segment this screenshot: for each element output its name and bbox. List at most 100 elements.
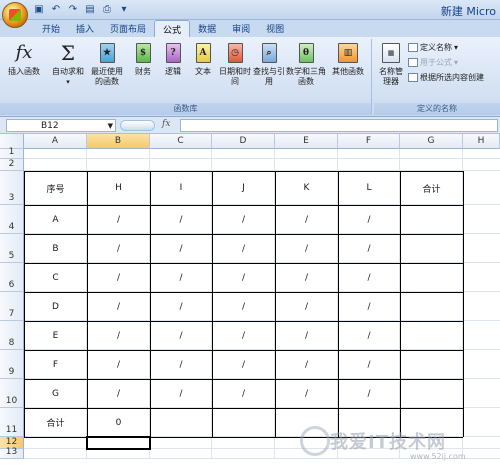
table-cell[interactable]: / [150, 292, 212, 321]
active-cell-selection[interactable] [86, 436, 151, 450]
table-cell[interactable]: / [338, 234, 400, 263]
table-cell[interactable] [400, 234, 463, 263]
table-cell[interactable]: / [338, 292, 400, 321]
row-header[interactable]: 11 [0, 408, 24, 437]
table-cell[interactable]: / [87, 321, 150, 350]
column-header[interactable]: G [400, 134, 463, 149]
table-cell[interactable]: G [24, 379, 87, 408]
financial-button[interactable]: $ 财务 [130, 41, 156, 77]
row-header[interactable]: 8 [0, 321, 24, 350]
column-header[interactable]: E [275, 134, 338, 149]
row-header[interactable]: 4 [0, 205, 24, 234]
formula-expand-handle[interactable] [120, 120, 155, 131]
table-header-cell[interactable]: 序号 [24, 171, 87, 205]
tab-view[interactable]: 视图 [258, 20, 292, 37]
row-header[interactable]: 6 [0, 263, 24, 292]
table-cell[interactable] [400, 321, 463, 350]
table-cell[interactable]: / [275, 292, 338, 321]
table-cell[interactable] [400, 379, 463, 408]
undo-icon[interactable]: ↶ [49, 3, 63, 16]
print-icon[interactable]: ⎙ [100, 3, 114, 16]
table-cell[interactable]: / [275, 234, 338, 263]
row-header[interactable]: 7 [0, 292, 24, 321]
text-button[interactable]: A 文本 [190, 41, 216, 77]
table-cell[interactable]: / [150, 321, 212, 350]
table-cell[interactable]: / [150, 350, 212, 379]
table-cell[interactable]: / [338, 263, 400, 292]
table-cell[interactable]: / [150, 234, 212, 263]
table-cell[interactable]: 合计 [24, 408, 87, 437]
logical-button[interactable]: ? 逻辑 [160, 41, 186, 77]
table-cell[interactable]: / [212, 350, 275, 379]
recent-functions-button[interactable]: ★ 最近使用的函数 [88, 41, 126, 87]
table-cell[interactable]: 0 [87, 408, 150, 437]
table-cell[interactable]: / [275, 350, 338, 379]
table-cell[interactable]: / [212, 292, 275, 321]
table-cell[interactable] [400, 263, 463, 292]
row-header[interactable]: 1 [0, 147, 24, 159]
row-header[interactable]: 9 [0, 350, 24, 379]
table-cell[interactable] [212, 408, 275, 437]
table-cell[interactable]: / [87, 379, 150, 408]
table-cell[interactable]: / [338, 350, 400, 379]
table-cell[interactable] [150, 408, 212, 437]
formula-input[interactable] [180, 119, 498, 132]
table-cell[interactable]: / [212, 321, 275, 350]
column-header[interactable]: B [87, 134, 150, 149]
table-cell[interactable]: / [212, 379, 275, 408]
table-header-cell[interactable]: I [150, 171, 212, 205]
column-header[interactable]: C [150, 134, 212, 149]
redo-icon[interactable]: ↷ [66, 3, 80, 16]
table-cell[interactable]: D [24, 292, 87, 321]
more-functions-button[interactable]: ▥ 其他函数 [328, 41, 368, 77]
table-cell[interactable]: / [87, 292, 150, 321]
table-header-cell[interactable]: 合计 [400, 171, 463, 205]
datetime-button[interactable]: ◷ 日期和时间 [218, 41, 252, 87]
office-button[interactable] [2, 2, 28, 28]
column-header[interactable]: F [338, 134, 400, 149]
tab-home[interactable]: 开始 [34, 20, 68, 37]
table-header-cell[interactable]: H [87, 171, 150, 205]
create-from-selection-button[interactable]: 根据所选内容创建 [408, 72, 484, 83]
table-cell[interactable]: / [338, 379, 400, 408]
lookup-button[interactable]: ⌕ 查找与引用 [252, 41, 286, 87]
print-preview-icon[interactable]: ▤ [83, 3, 97, 16]
row-header[interactable]: 5 [0, 234, 24, 263]
column-header[interactable]: D [212, 134, 275, 149]
table-cell[interactable]: / [87, 205, 150, 234]
table-cell[interactable]: / [338, 205, 400, 234]
table-cell[interactable]: / [150, 263, 212, 292]
table-cell[interactable]: / [87, 350, 150, 379]
insert-function-button[interactable]: fx 插入函数 [4, 41, 44, 77]
table-cell[interactable]: / [87, 234, 150, 263]
row-header[interactable]: 10 [0, 379, 24, 408]
table-cell[interactable]: C [24, 263, 87, 292]
table-cell[interactable]: F [24, 350, 87, 379]
tab-formulas[interactable]: 公式 [154, 20, 191, 37]
table-cell[interactable] [400, 350, 463, 379]
table-cell[interactable]: / [275, 205, 338, 234]
tab-review[interactable]: 审阅 [224, 20, 258, 37]
table-cell[interactable]: B [24, 234, 87, 263]
row-header[interactable]: 3 [0, 171, 24, 205]
row-header[interactable]: 13 [0, 447, 24, 459]
math-trig-button[interactable]: θ 数学和三角函数 [286, 41, 326, 87]
table-cell[interactable]: E [24, 321, 87, 350]
tab-page-layout[interactable]: 页面布局 [102, 20, 154, 37]
tab-insert[interactable]: 插入 [68, 20, 102, 37]
table-header-cell[interactable]: L [338, 171, 400, 205]
customize-icon[interactable]: ▾ [117, 3, 131, 16]
insert-function-fx-button[interactable]: fx [162, 119, 170, 129]
table-cell[interactable]: / [275, 263, 338, 292]
table-cell[interactable]: / [212, 205, 275, 234]
dropdown-arrow-icon[interactable]: ▼ [108, 120, 113, 132]
table-cell[interactable] [400, 205, 463, 234]
save-icon[interactable]: ▣ [32, 3, 46, 16]
table-header-cell[interactable]: J [212, 171, 275, 205]
define-name-button[interactable]: 定义名称 ▾ [408, 42, 458, 53]
autosum-button[interactable]: Σ 自动求和 ▾ [48, 41, 88, 87]
table-cell[interactable]: / [275, 321, 338, 350]
name-box[interactable]: B12 ▼ [6, 119, 116, 132]
table-cell[interactable]: / [338, 321, 400, 350]
use-in-formula-button[interactable]: 用于公式 ▾ [408, 57, 458, 68]
